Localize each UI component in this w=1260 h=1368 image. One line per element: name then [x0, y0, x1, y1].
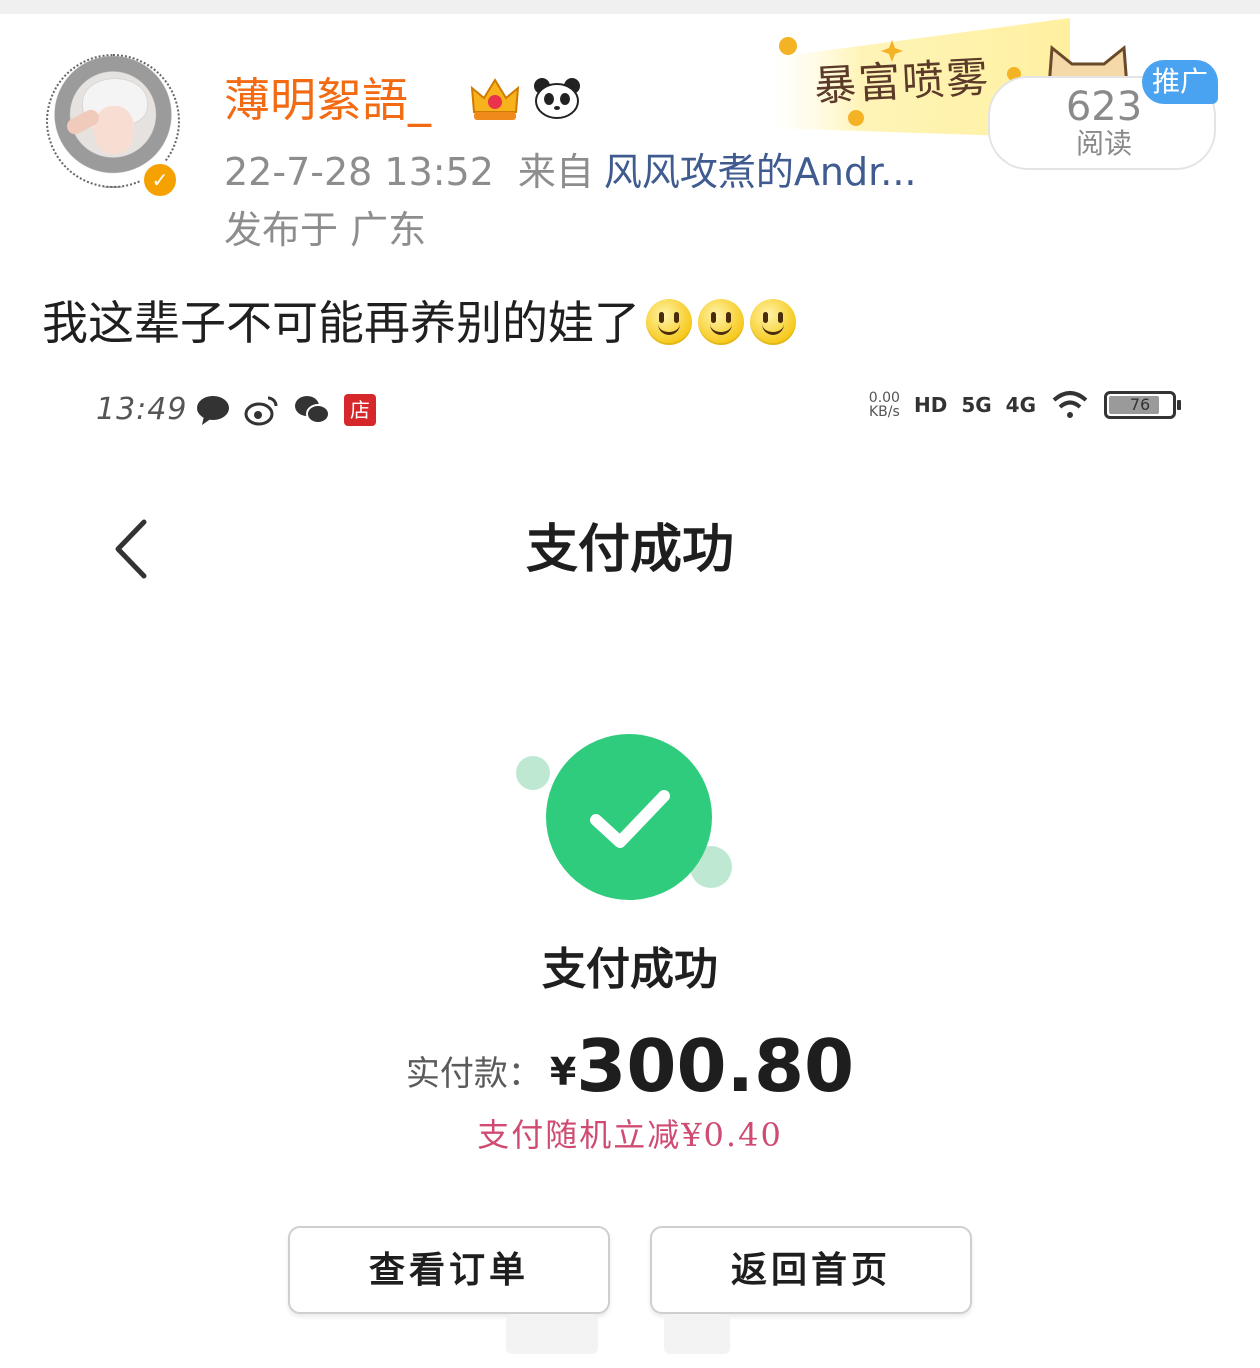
success-graphic	[512, 726, 742, 916]
network-speed: 0.00 KB/s	[868, 390, 900, 420]
view-orders-button[interactable]: 查看订单	[288, 1226, 610, 1314]
ad-banner-text[interactable]: 暴富喷雾	[813, 43, 992, 113]
post-text: 我这辈子不可能再养别的娃了	[42, 296, 640, 350]
embedded-status-bar: 13:49 店 0.00 KB/s HD 5G 4G 76	[96, 386, 1181, 436]
top-bar	[0, 0, 1260, 14]
post-time: 22-7-28 13:52	[224, 150, 494, 194]
discount-note: 支付随机立减¥0.40	[477, 1116, 783, 1154]
shop-icon: 店	[344, 394, 376, 426]
username[interactable]: 薄明絮語_	[224, 70, 431, 130]
post-location: 发布于 广东	[224, 208, 427, 252]
status-time: 13:49	[96, 392, 188, 427]
verified-badge-icon: ✓	[140, 160, 180, 200]
smile-emoji-icon	[698, 299, 744, 345]
weibo-icon	[244, 396, 278, 426]
page-title: 支付成功	[525, 520, 734, 580]
smile-emoji-icon	[750, 299, 796, 345]
avatar[interactable]: ✓	[38, 46, 188, 200]
paid-amount-row: 实付款： ¥300.80	[0, 1026, 1260, 1106]
post-meta: 22-7-28 13:52 来自 风风攻煮的Andr...	[224, 148, 917, 196]
checkmark-icon	[590, 790, 670, 848]
panda-icon	[534, 78, 580, 119]
battery-icon: 76	[1104, 391, 1181, 419]
signal-4g: 4G	[1005, 393, 1036, 417]
wifi-icon	[1052, 391, 1088, 418]
paid-amount: 300.80	[576, 1024, 855, 1108]
post-content: 我这辈子不可能再养别的娃了	[42, 292, 796, 354]
success-label: 支付成功	[542, 944, 718, 995]
wechat-icon	[295, 396, 330, 424]
promo-badge[interactable]: 推广	[1142, 60, 1218, 104]
smile-emoji-icon	[646, 299, 692, 345]
signal-5g: 5G	[961, 393, 992, 417]
back-home-button[interactable]: 返回首页	[650, 1226, 972, 1314]
currency-symbol: ¥	[549, 1050, 577, 1094]
paid-label: 实付款：	[405, 1054, 542, 1094]
battery-level: 76	[1129, 395, 1151, 414]
source-prefix: 来自	[517, 150, 594, 194]
chat-bubble-icon	[197, 396, 229, 425]
client-link[interactable]: 风风攻煮的Andr...	[604, 150, 917, 194]
crown-badge-icon	[470, 78, 520, 120]
read-label: 阅读	[1075, 127, 1132, 160]
hd-indicator: HD	[913, 393, 948, 417]
